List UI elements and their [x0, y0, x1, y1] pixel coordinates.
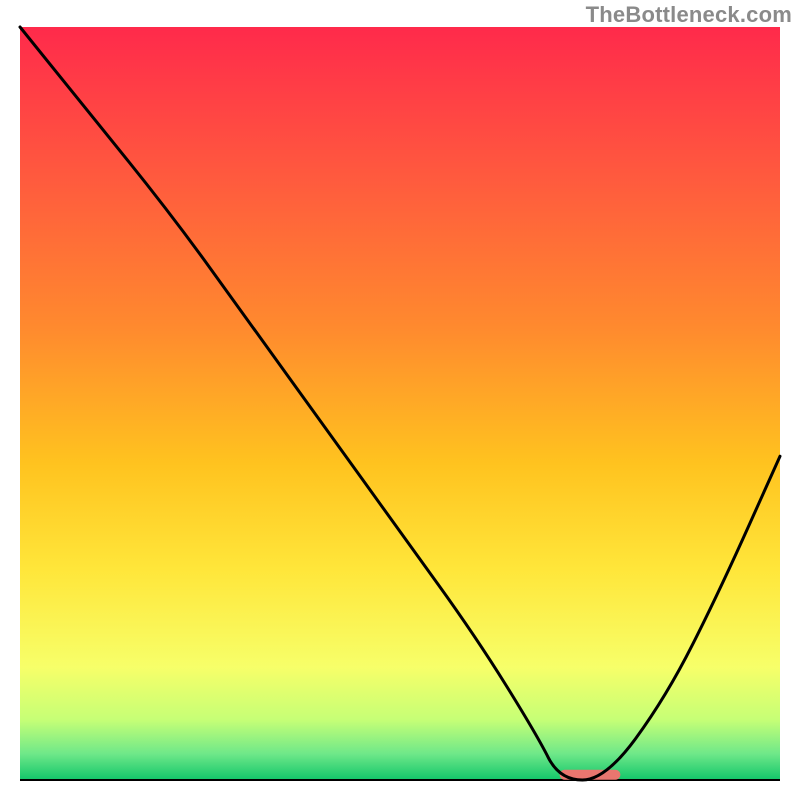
bottleneck-chart — [0, 0, 800, 800]
chart-stage: TheBottleneck.com — [0, 0, 800, 800]
plot-background — [20, 27, 780, 780]
watermark-text: TheBottleneck.com — [586, 2, 792, 28]
